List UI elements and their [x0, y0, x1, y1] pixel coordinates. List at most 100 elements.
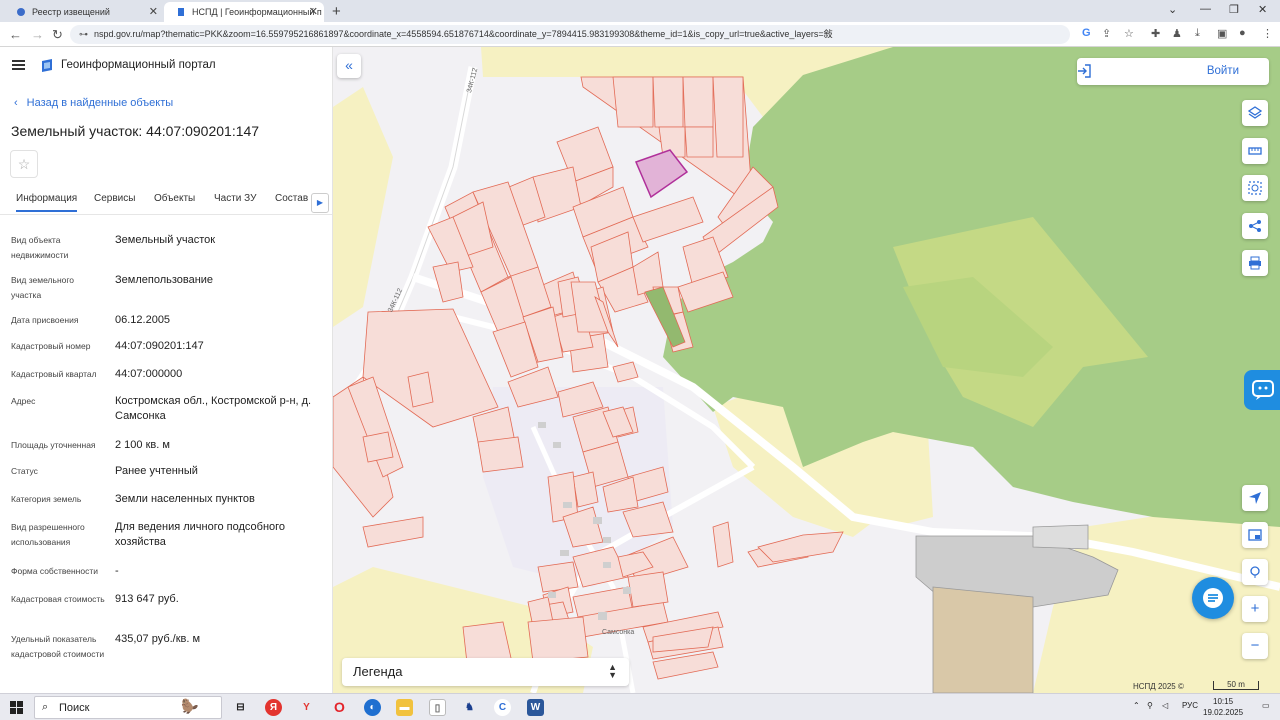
- ruler-button[interactable]: [1242, 138, 1268, 164]
- field-label: Вид объекта недвижимости: [11, 235, 69, 260]
- search-highlight-icon: 🦫: [181, 698, 199, 714]
- search-label: Поиск: [59, 702, 90, 714]
- minimap-button[interactable]: [1242, 522, 1268, 548]
- zoom-out-button[interactable]: −: [1242, 633, 1268, 659]
- tab-objects[interactable]: Объекты: [154, 193, 195, 204]
- browser-tab-title: Реестр извещений: [32, 7, 110, 17]
- tab-search-icon[interactable]: ⌄: [1168, 3, 1177, 16]
- word-icon[interactable]: W: [527, 699, 544, 716]
- print-button[interactable]: [1242, 250, 1268, 276]
- building-area: [932, 586, 1034, 693]
- login-label: Войти: [1206, 65, 1239, 77]
- close-tab-icon[interactable]: ✕: [309, 5, 318, 18]
- field-value: Земли населенных пунктов: [115, 493, 255, 505]
- minus-icon: −: [1250, 637, 1260, 654]
- task-view-icon[interactable]: ⊟: [232, 699, 249, 716]
- back-arrow-icon[interactable]: ←: [9, 27, 22, 42]
- address-bar[interactable]: ⊶ nspd.gov.ru/map?thematic=PKK&zoom=16.5…: [70, 25, 1070, 44]
- parcel-title: Земельный участок: 44:07:090201:147: [11, 123, 260, 139]
- share-icon[interactable]: ⇪: [1102, 27, 1111, 40]
- tab-services[interactable]: Сервисы: [94, 193, 135, 204]
- extensions-icon[interactable]: ✚: [1151, 27, 1160, 40]
- feedback-chat-button[interactable]: [1192, 577, 1234, 619]
- forward-arrow-icon[interactable]: →: [31, 27, 44, 42]
- yandex-browser-icon[interactable]: Y: [298, 699, 315, 716]
- collapse-panel-button[interactable]: «: [337, 54, 361, 78]
- locate-button[interactable]: [1242, 485, 1268, 511]
- area-select-button[interactable]: [1242, 175, 1268, 201]
- login-icon: [1078, 64, 1091, 78]
- file-explorer-icon[interactable]: ▬: [396, 699, 413, 716]
- new-tab-button[interactable]: +: [332, 3, 341, 20]
- menu-dots-icon[interactable]: ⋮: [1262, 27, 1273, 40]
- windows-start-icon[interactable]: [10, 701, 23, 714]
- taskbar-search[interactable]: ⌕ Поиск 🦫: [34, 696, 222, 719]
- tab-parts[interactable]: Части ЗУ: [214, 193, 256, 204]
- field-value: Костромская обл., Костромской р-н, д. Са…: [115, 395, 312, 422]
- share-button[interactable]: [1242, 213, 1268, 239]
- field-value: -: [115, 565, 119, 577]
- tab-information[interactable]: Информация: [16, 193, 78, 212]
- star-icon: ☆: [17, 156, 31, 172]
- clock-time: 10:15: [1213, 697, 1234, 706]
- browser-tab[interactable]: Реестр извещений ✕: [4, 2, 164, 22]
- field-label: Кадастровый квартал: [11, 369, 97, 379]
- opera-icon[interactable]: O: [331, 699, 348, 716]
- close-window-icon[interactable]: ✕: [1258, 3, 1267, 16]
- ruler-icon: [1248, 147, 1262, 155]
- cadastral-map: [333, 47, 1280, 693]
- field-value: 2 100 кв. м: [115, 439, 170, 451]
- network-icon[interactable]: ⚲: [1147, 701, 1153, 710]
- legend-label: Легенда: [353, 664, 403, 679]
- assistant-chat-button[interactable]: [1244, 370, 1280, 410]
- login-button[interactable]: Войти: [1077, 58, 1269, 85]
- field-value: 913 647 руб.: [115, 593, 179, 605]
- yandex-icon[interactable]: Я: [265, 699, 282, 716]
- restore-icon[interactable]: ❐: [1229, 3, 1239, 16]
- close-tab-icon[interactable]: ✕: [149, 5, 158, 18]
- field-label: Категория земель: [11, 494, 82, 504]
- reload-icon[interactable]: ↻: [52, 27, 63, 43]
- downloads-icon[interactable]: ⤓: [1195, 27, 1200, 40]
- favorite-star-button[interactable]: ☆: [10, 150, 38, 178]
- google-translate-icon[interactable]: G: [1082, 27, 1091, 39]
- field-label: Вид разрешенного использования: [11, 522, 85, 547]
- field-value: Земельный участок: [115, 234, 216, 246]
- tabs-divider: [0, 214, 332, 215]
- clock-date: 19.02.2025: [1203, 708, 1244, 717]
- area-search-icon: [1248, 181, 1262, 195]
- geolocation-button[interactable]: [1242, 559, 1268, 585]
- menu-icon[interactable]: [12, 60, 25, 70]
- field-label: Кадастровый номер: [11, 341, 91, 351]
- notifications-icon[interactable]: ▭: [1262, 701, 1270, 710]
- nspd-favicon-icon: [178, 8, 184, 16]
- legend-selector[interactable]: Легенда ▲ ▼: [342, 658, 629, 686]
- map-canvas[interactable]: 34К-112 34К-112 Самсонка « Войти + − Лег…: [333, 47, 1280, 693]
- browser-icon[interactable]: ◐: [364, 699, 381, 716]
- plus-icon: +: [1250, 600, 1260, 617]
- profile-icon[interactable]: ●: [1239, 27, 1246, 39]
- field-label: Дата присвоения: [11, 315, 79, 325]
- gov-favicon-icon: [17, 8, 25, 16]
- language-indicator[interactable]: РУС: [1182, 701, 1198, 710]
- clock[interactable]: 10:15 19.02.2025: [1203, 696, 1243, 718]
- chrome-icon[interactable]: C: [494, 699, 511, 716]
- field-value: 44:07:000000: [115, 368, 183, 380]
- minimize-icon[interactable]: —: [1200, 3, 1211, 15]
- bookmark-star-icon[interactable]: ☆: [1124, 27, 1134, 40]
- tray-chevron-icon[interactable]: ⌃: [1133, 701, 1140, 710]
- extension-icon[interactable]: ♟: [1172, 27, 1182, 40]
- field-label: Форма собственности: [11, 566, 98, 576]
- app-icon[interactable]: ♞: [461, 699, 478, 716]
- tab-composition[interactable]: Состав: [275, 193, 308, 204]
- taskbar: ⌕ Поиск 🦫 ⊟ Я Y O ◐ ▬ ▯ ♞ C W ⌃ ⚲ ◁ РУС …: [0, 693, 1280, 720]
- tabs-scroll-right-icon[interactable]: ▶: [311, 193, 329, 213]
- browser-tab-active[interactable]: НСПД | Геоинформационный п ✕: [164, 2, 324, 22]
- layers-button[interactable]: [1242, 100, 1268, 126]
- sidepanel-icon[interactable]: ▣: [1217, 27, 1227, 40]
- document-icon[interactable]: ▯: [429, 699, 446, 716]
- volume-icon[interactable]: ◁: [1162, 701, 1168, 710]
- zoom-in-button[interactable]: +: [1242, 596, 1268, 622]
- site-info-icon[interactable]: ⊶: [79, 25, 88, 44]
- back-to-results-link[interactable]: ‹ Назад в найденные объекты: [14, 97, 173, 109]
